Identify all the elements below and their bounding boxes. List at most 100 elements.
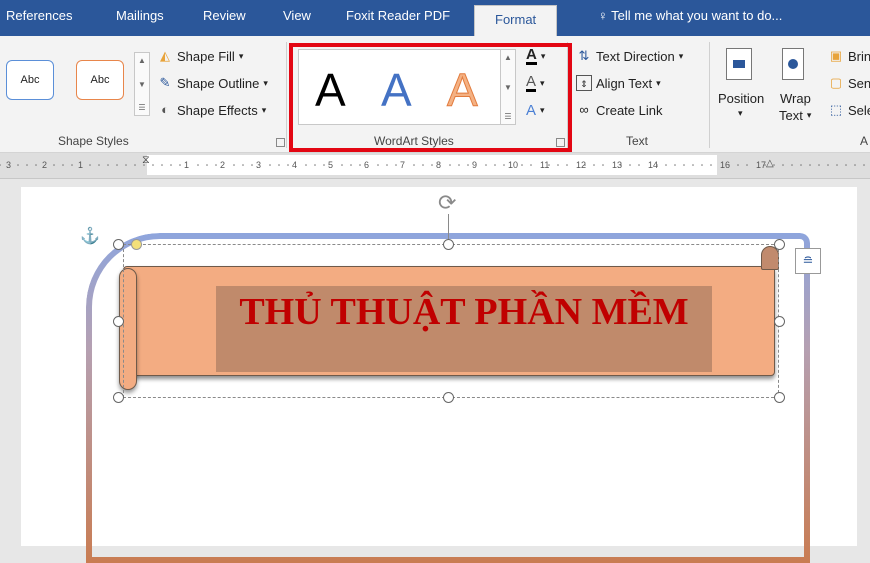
ruler-tick [710,164,712,166]
ruler-tick [485,164,487,166]
tab-view[interactable]: View [283,8,311,23]
resize-handle-w[interactable] [113,316,124,327]
ruler-tick [134,164,136,166]
selection-pane-button[interactable]: ⬚ Sele [828,102,870,118]
ruler-tick [467,164,469,166]
ruler-tick [116,164,118,166]
send-backward-button[interactable]: ▢ Sen [828,75,870,91]
ruler-tick [269,164,271,166]
tell-me-text: Tell me what you want to do... [611,8,783,23]
ruler-tick [215,164,217,166]
ruler-tick [746,164,748,166]
resize-handle-ne[interactable] [774,239,785,250]
chevron-up-icon[interactable]: ▲ [138,56,146,65]
ruler-tick [629,164,631,166]
shape-style-blue-label: Abc [20,74,40,86]
ruler-tick [701,164,703,166]
align-text-button[interactable]: ⇕ Align Text ▾ [576,75,661,91]
ruler-tick [620,164,622,166]
shape-style-orange-label: Abc [90,74,110,86]
ruler-tick [197,164,199,166]
adjust-handle[interactable] [131,239,142,250]
ruler-tick-label: 11 [540,160,549,170]
right-indent-marker-icon[interactable]: △ [766,158,774,169]
bring-forward-button[interactable]: ▣ Brin [828,48,870,64]
ruler-tick-label: 7 [400,160,405,170]
ruler-tick-label: 3 [256,160,261,170]
tell-me-box[interactable]: ♀ Tell me what you want to do... [598,8,782,23]
wrap-text-icon[interactable] [782,48,804,80]
ruler-tick [413,164,415,166]
align-text-label: Align Text [596,75,653,91]
ruler-tick [548,164,550,166]
ruler-tick [71,164,73,166]
ruler-tick [665,164,667,166]
rotate-handle-icon[interactable]: ⟳ [438,192,456,214]
align-text-icon: ⇕ [576,75,592,91]
ruler-tick-label: 5 [328,160,333,170]
resize-handle-sw[interactable] [113,392,124,403]
ruler-tick [692,164,694,166]
ruler-tick [737,164,739,166]
shape-effects-button[interactable]: ◐ Shape Effects ▾ [157,102,266,118]
ruler-tick [809,164,811,166]
indent-marker-icon[interactable]: ⧖ [142,154,150,167]
selection-pane-label: Sele [848,102,870,118]
ruler-tick [350,164,352,166]
create-link-label: Create Link [596,102,663,118]
position-icon[interactable] [726,48,752,80]
create-link-button[interactable]: ∞ Create Link [576,102,662,118]
ruler-tick [323,164,325,166]
wordart-highlight-box [289,43,572,152]
ruler-tick-label: 10 [508,160,518,170]
shape-effects-label: Shape Effects [177,102,258,118]
resize-handle-n[interactable] [443,239,454,250]
shape-style-orange[interactable]: Abc [76,60,124,100]
ruler-tick [341,164,343,166]
tab-mailings[interactable]: Mailings [116,8,164,23]
shape-outline-label: Shape Outline [177,75,260,91]
shape-fill-button[interactable]: ◭ Shape Fill ▾ [157,48,243,64]
shape-styles-group-label: Shape Styles [58,134,129,148]
dialog-launcher-icon[interactable] [276,138,285,147]
shape-styles-gallery-scroll[interactable]: ▲ ▼ ☰ [134,52,150,116]
ruler-tick [854,164,856,166]
resize-handle-se[interactable] [774,392,785,403]
horizontal-ruler: 3 2 1 1 2 3 4 5 6 7 8 9 10 11 12 13 14 16 17 ⧖ △ [0,153,870,179]
resize-handle-nw[interactable] [113,239,124,250]
tab-foxit-reader-pdf[interactable]: Foxit Reader PDF [346,8,450,23]
shape-style-blue[interactable]: Abc [6,60,54,100]
bring-forward-label: Brin [848,48,870,64]
ruler-tick [449,164,451,166]
resize-handle-e[interactable] [774,316,785,327]
resize-handle-s[interactable] [443,392,454,403]
ruler-tick-label: 9 [472,160,477,170]
send-backward-icon: ▢ [829,75,843,90]
ruler-tick [287,164,289,166]
tab-format[interactable]: Format [474,5,558,36]
ruler-tick [377,164,379,166]
text-direction-button[interactable]: ⇅ Text Direction ▾ [576,48,684,64]
more-icon[interactable]: ☰ [138,103,145,112]
link-icon: ∞ [579,102,589,117]
ribbon-tab-bar: References Mailings Review View Foxit Re… [0,0,870,36]
shape-outline-button[interactable]: ✎ Shape Outline ▾ [157,75,268,91]
ruler-tick [791,164,793,166]
ruler-tick [836,164,838,166]
tab-review[interactable]: Review [203,8,246,23]
chevron-down-icon[interactable]: ▼ [138,80,146,89]
tab-references[interactable]: References [6,8,72,23]
ruler-tick [206,164,208,166]
ruler-tick [782,164,784,166]
ruler-tick [53,164,55,166]
ruler-tick [800,164,802,166]
paint-bucket-icon: ◭ [160,48,170,63]
dropdown-arrow-icon[interactable]: ▾ [738,108,743,119]
wrap-text-label-2[interactable]: Text ▾ [779,108,811,123]
wrap-text-button[interactable]: Wrap [780,91,811,106]
dropdown-arrow-icon: ▾ [238,50,244,61]
ruler-tick [17,164,19,166]
ruler-tick [395,164,397,166]
position-button[interactable]: Position [718,91,764,106]
layout-options-icon[interactable]: ≘ [795,248,821,274]
